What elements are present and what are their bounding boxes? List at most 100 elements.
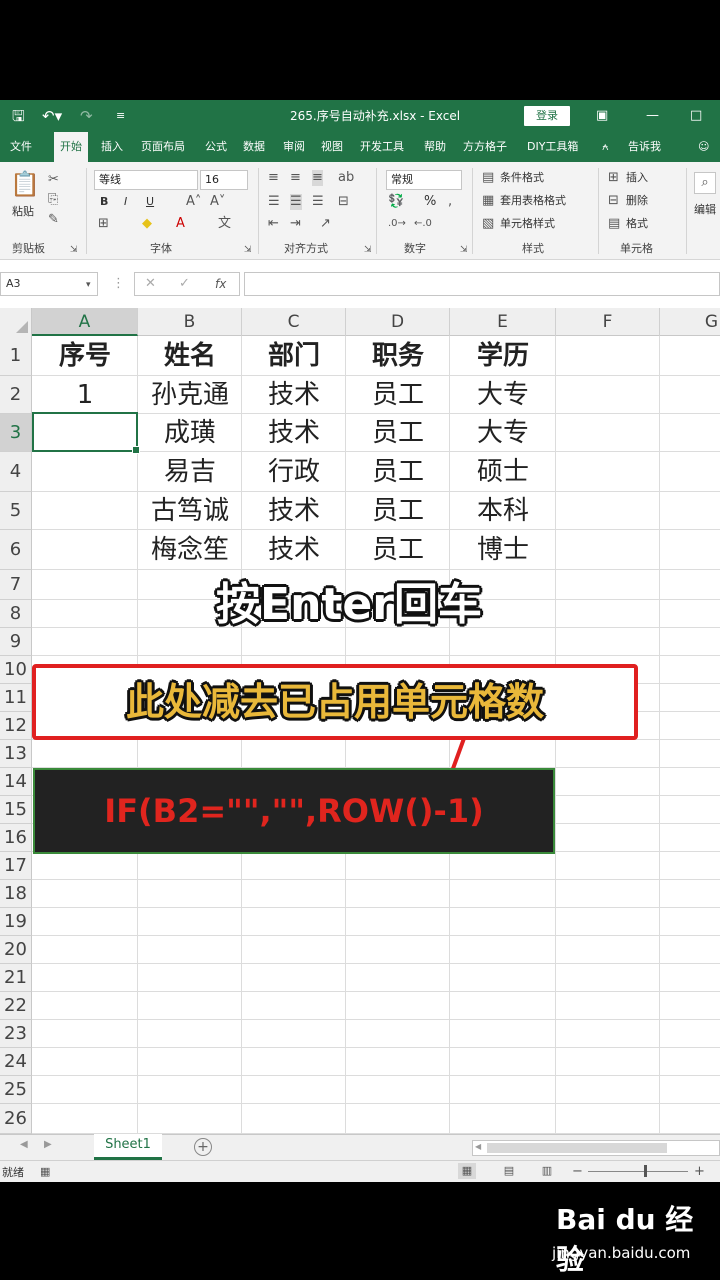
cell-c4[interactable]: 行政 <box>242 452 346 492</box>
align-right-icon[interactable]: ☰ <box>312 194 324 210</box>
cell-b1[interactable]: 姓名 <box>138 336 242 376</box>
wrap-text-icon[interactable]: ab <box>338 170 354 186</box>
row-header-22[interactable]: 22 <box>0 992 32 1020</box>
align-bottom-icon[interactable]: ≡ <box>312 170 323 186</box>
align-top-icon[interactable]: ≡ <box>268 170 279 186</box>
row-header-23[interactable]: 23 <box>0 1020 32 1048</box>
minimize-icon[interactable]: — <box>646 106 659 126</box>
save-icon[interactable]: 🖫 <box>12 106 25 126</box>
row-header-18[interactable]: 18 <box>0 880 32 908</box>
zoom-out-icon[interactable]: − <box>572 1164 583 1180</box>
sheet-tab-sheet1[interactable]: Sheet1 <box>94 1134 162 1160</box>
page-layout-view-icon[interactable]: ▤ <box>500 1163 518 1179</box>
page-break-view-icon[interactable]: ▥ <box>538 1163 556 1179</box>
tab-view[interactable]: 视图 <box>321 132 343 162</box>
row-header-7[interactable]: 7 <box>0 570 32 600</box>
cell-b2[interactable]: 孙克通 <box>138 376 242 414</box>
tab-file[interactable]: 文件 <box>10 132 32 162</box>
redo-icon[interactable]: ↷ <box>80 106 93 126</box>
editing-group-label[interactable]: 编辑 <box>694 202 716 218</box>
decrease-decimal-icon[interactable]: ←.0 <box>414 216 432 232</box>
row-header-13[interactable]: 13 <box>0 740 32 768</box>
scroll-left-icon[interactable]: ◀ <box>475 1142 481 1151</box>
cell-d3[interactable]: 员工 <box>346 414 450 452</box>
number-launcher-icon[interactable]: ⇲ <box>460 242 468 258</box>
cell-c2[interactable]: 技术 <box>242 376 346 414</box>
zoom-thumb[interactable] <box>644 1165 647 1177</box>
row-header-2[interactable]: 2 <box>0 376 32 414</box>
decrease-font-icon[interactable]: A˅ <box>210 194 225 210</box>
row-header-21[interactable]: 21 <box>0 964 32 992</box>
insert-cells-button[interactable]: 插入 <box>626 170 648 186</box>
accessibility-icon[interactable]: ▦ <box>40 1164 50 1180</box>
cell-c6[interactable]: 技术 <box>242 530 346 570</box>
scroll-thumb[interactable] <box>487 1143 667 1153</box>
font-launcher-icon[interactable]: ⇲ <box>244 242 252 258</box>
align-left-icon[interactable]: ☰ <box>268 194 280 210</box>
format-as-table-button[interactable]: 套用表格格式 <box>500 193 566 209</box>
ribbon-display-icon[interactable]: ▣ <box>596 106 608 126</box>
column-header-e[interactable]: E <box>450 308 556 336</box>
font-size-select[interactable]: 16 <box>200 170 248 190</box>
prev-sheet-icon[interactable]: ◀ <box>20 1139 28 1150</box>
cell-e2[interactable]: 大专 <box>450 376 556 414</box>
delete-cells-button[interactable]: 删除 <box>626 193 648 209</box>
alignment-launcher-icon[interactable]: ⇲ <box>364 242 372 258</box>
normal-view-icon[interactable]: ▦ <box>458 1163 476 1179</box>
clipboard-launcher-icon[interactable]: ⇲ <box>70 242 78 258</box>
percent-button[interactable]: % <box>424 194 436 210</box>
cell-e6[interactable]: 博士 <box>450 530 556 570</box>
paste-icon[interactable]: 📋 <box>10 170 40 198</box>
phonetic-icon[interactable]: 文 <box>218 216 231 232</box>
cut-icon[interactable]: ✂ <box>48 172 59 188</box>
insert-function-icon[interactable]: fx <box>215 276 226 292</box>
cell-e4[interactable]: 硕士 <box>450 452 556 492</box>
cell-c1[interactable]: 部门 <box>242 336 346 376</box>
row-header-11[interactable]: 11 <box>0 684 32 712</box>
cell-b6[interactable]: 梅念笙 <box>138 530 242 570</box>
tab-home[interactable]: 开始 <box>54 132 88 162</box>
comma-style-icon[interactable]: , <box>448 194 452 210</box>
cell-c3[interactable]: 技术 <box>242 414 346 452</box>
italic-button[interactable]: I <box>124 194 127 210</box>
increase-indent-icon[interactable]: ⇥ <box>290 216 301 232</box>
row-header-1[interactable]: 1 <box>0 336 32 376</box>
currency-icon[interactable]: 💱 <box>388 194 404 210</box>
undo-icon[interactable]: ↶▾ <box>42 106 62 126</box>
row-header-26[interactable]: 26 <box>0 1104 32 1134</box>
row-header-8[interactable]: 8 <box>0 600 32 628</box>
align-center-icon[interactable]: ☰ <box>290 194 302 210</box>
cell-e3[interactable]: 大专 <box>450 414 556 452</box>
cell-b3[interactable]: 成璜 <box>138 414 242 452</box>
fill-color-icon[interactable]: ◆ <box>142 216 152 232</box>
row-header-9[interactable]: 9 <box>0 628 32 656</box>
formula-input[interactable] <box>244 272 720 296</box>
zoom-slider[interactable] <box>588 1171 688 1172</box>
bold-button[interactable]: B <box>100 194 108 210</box>
tab-page-layout[interactable]: 页面布局 <box>141 132 185 162</box>
column-header-b[interactable]: B <box>138 308 242 336</box>
row-header-16[interactable]: 16 <box>0 824 32 852</box>
name-box[interactable]: A3 <box>0 272 98 296</box>
number-format-select[interactable]: 常规 <box>386 170 462 190</box>
row-header-14[interactable]: 14 <box>0 768 32 796</box>
cell-a2[interactable]: 1 <box>32 376 138 414</box>
active-cell-a3[interactable] <box>32 412 140 454</box>
cell-d4[interactable]: 员工 <box>346 452 450 492</box>
login-button[interactable]: 登录 <box>524 106 570 126</box>
decrease-indent-icon[interactable]: ⇤ <box>268 216 279 232</box>
column-header-f[interactable]: F <box>556 308 660 336</box>
tab-developer[interactable]: 开发工具 <box>360 132 404 162</box>
format-painter-icon[interactable]: ✎ <box>48 212 59 228</box>
horizontal-scrollbar[interactable]: ◀ <box>472 1140 720 1156</box>
cell-b5[interactable]: 古笃诚 <box>138 492 242 530</box>
tab-data[interactable]: 数据 <box>243 132 265 162</box>
tab-insert[interactable]: 插入 <box>101 132 123 162</box>
cell-e1[interactable]: 学历 <box>450 336 556 376</box>
enter-icon[interactable]: ✓ <box>179 276 190 292</box>
tell-me-search[interactable]: 告诉我 <box>628 132 661 162</box>
share-icon[interactable]: ☺ <box>698 132 709 162</box>
increase-decimal-icon[interactable]: .0→ <box>388 216 406 232</box>
column-header-g[interactable]: G <box>660 308 720 336</box>
row-header-3[interactable]: 3 <box>0 414 32 452</box>
